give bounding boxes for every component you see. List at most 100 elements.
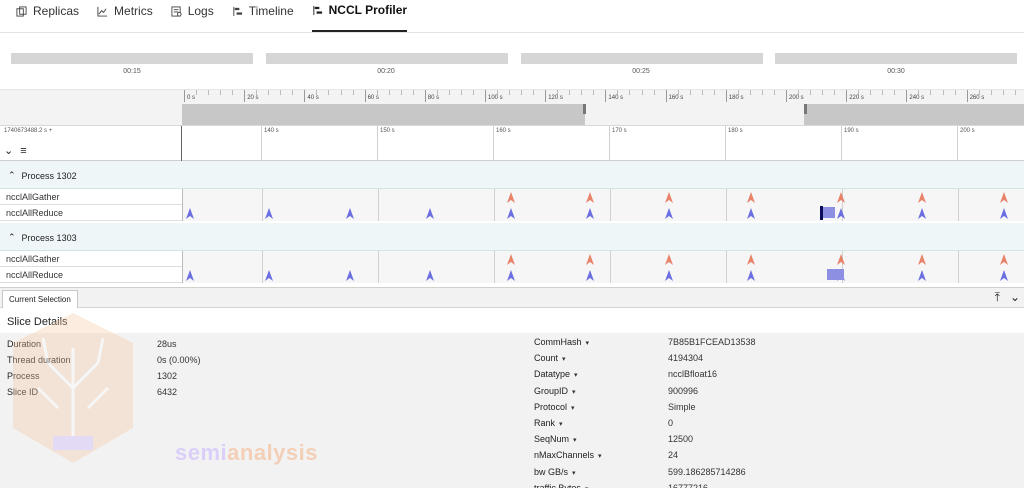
arg-key-label: CommHash (534, 337, 582, 347)
arg-value: 16777216 (668, 482, 709, 488)
allgather-event-marker[interactable] (918, 254, 926, 265)
arg-key[interactable]: Protocol ▾ (534, 402, 575, 412)
allgather-event-marker[interactable] (507, 254, 515, 265)
arg-key[interactable]: CommHash ▾ (534, 337, 589, 347)
allgather-event-marker[interactable] (837, 192, 845, 203)
axis-label: 150 s (380, 128, 395, 134)
allgather-event-marker[interactable] (837, 254, 845, 265)
allgather-event-marker[interactable] (747, 192, 755, 203)
allgather-event-marker[interactable] (918, 192, 926, 203)
tab-metrics[interactable]: Metrics (97, 0, 153, 32)
allreduce-event-marker[interactable] (586, 270, 594, 281)
arg-key[interactable]: Rank ▾ (534, 418, 563, 428)
ruler-handle[interactable] (583, 104, 586, 114)
track-row[interactable]: ncclAllReduce (0, 205, 1024, 221)
track-canvas[interactable] (182, 251, 1024, 267)
track-row[interactable]: ncclAllReduce (0, 267, 1024, 283)
allreduce-event-marker[interactable] (918, 208, 926, 219)
allreduce-event-marker[interactable] (346, 208, 354, 219)
tab-nccl-profiler[interactable]: NCCL Profiler (311, 0, 408, 32)
allgather-event-marker[interactable] (665, 192, 673, 203)
allreduce-event-marker[interactable] (186, 270, 194, 281)
process-header[interactable]: ⌃ Process 1302 (0, 161, 1024, 189)
ruler-minor-tick (870, 90, 872, 95)
arg-key[interactable]: traffic Bytes▾ (534, 483, 588, 488)
ruler-selection-right[interactable] (804, 104, 1024, 125)
pin-top-icon[interactable]: ⤒ (995, 290, 1000, 305)
caret-down-icon[interactable]: ▾ (586, 340, 590, 347)
ruler-selection-left[interactable] (182, 104, 585, 125)
ruler-tick-label: 220 s (849, 95, 864, 101)
axis-label: 200 s (960, 128, 975, 134)
allreduce-event-marker[interactable] (186, 208, 194, 219)
collapse-all-icon[interactable]: ⌄ (4, 145, 13, 157)
caret-down-icon[interactable]: ▾ (572, 389, 576, 396)
ruler-minor-tick (930, 90, 932, 95)
allreduce-event-marker[interactable] (507, 208, 515, 219)
caret-down-icon[interactable]: ▾ (572, 470, 576, 477)
allreduce-event-marker[interactable] (1000, 270, 1008, 281)
caret-down-icon[interactable]: ▾ (559, 421, 563, 428)
allgather-event-marker[interactable] (665, 254, 673, 265)
chevron-down-icon[interactable]: ⌄ (1010, 290, 1020, 305)
allreduce-slice[interactable] (827, 269, 844, 280)
arg-key[interactable]: Count ▾ (534, 353, 566, 363)
allreduce-slice[interactable] (823, 207, 835, 218)
tab-logs[interactable]: Logs (171, 0, 214, 32)
allgather-event-marker[interactable] (586, 192, 594, 203)
ruler-minor-tick (689, 90, 691, 95)
allgather-event-marker[interactable] (507, 192, 515, 203)
ruler-minor-tick (533, 90, 535, 95)
process-header[interactable]: ⌃ Process 1303 (0, 223, 1024, 251)
allreduce-event-marker[interactable] (586, 208, 594, 219)
allreduce-event-marker[interactable] (837, 208, 845, 219)
ruler-minor-tick (268, 90, 270, 95)
caret-down-icon[interactable]: ▾ (573, 437, 577, 444)
allreduce-event-marker[interactable] (265, 208, 273, 219)
caret-down-icon[interactable]: ▾ (571, 405, 575, 412)
track-row[interactable]: ncclAllGather (0, 189, 1024, 205)
selected-slice-marker[interactable] (820, 206, 823, 220)
arg-key[interactable]: Datatype ▾ (534, 369, 578, 379)
allgather-event-marker[interactable] (586, 254, 594, 265)
caret-down-icon[interactable]: ▾ (574, 372, 578, 379)
allgather-event-marker[interactable] (747, 254, 755, 265)
overview-minimap[interactable]: 00:15 00:20 00:25 00:30 (0, 33, 1024, 89)
allreduce-event-marker[interactable] (346, 270, 354, 281)
arg-key-label: Datatype (534, 369, 571, 380)
ruler-tick (364, 90, 366, 102)
allreduce-event-marker[interactable] (665, 208, 673, 219)
allreduce-event-marker[interactable] (426, 270, 434, 281)
track-area[interactable]: ⌃ Process 1302 ncclAllGather ncclAllReduc… (0, 161, 1024, 285)
allreduce-event-marker[interactable] (747, 270, 755, 281)
tab-replicas[interactable]: Replicas (16, 0, 79, 32)
arg-key[interactable]: GroupID ▾ (534, 386, 576, 396)
allreduce-event-marker[interactable] (1000, 208, 1008, 219)
allgather-event-marker[interactable] (1000, 254, 1008, 265)
allreduce-event-marker[interactable] (747, 208, 755, 219)
track-gridline (610, 251, 611, 267)
allgather-event-marker[interactable] (1000, 192, 1008, 203)
track-canvas[interactable] (182, 267, 1024, 283)
ruler-handle[interactable] (804, 104, 807, 114)
allreduce-event-marker[interactable] (426, 208, 434, 219)
caret-down-icon[interactable]: ▾ (598, 453, 602, 460)
tab-timeline[interactable]: Timeline (232, 0, 294, 32)
allreduce-event-marker[interactable] (918, 270, 926, 281)
details-header: Slice Details (0, 308, 1024, 333)
arg-key[interactable]: nMaxChannels ▾ (534, 450, 602, 460)
axis-divider[interactable] (181, 126, 182, 162)
track-canvas[interactable] (182, 189, 1024, 205)
tab-current-selection[interactable]: Current Selection (2, 290, 78, 308)
arg-key[interactable]: bw GB/s ▾ (534, 467, 576, 477)
caret-down-icon[interactable]: ▾ (562, 356, 566, 363)
arg-key[interactable]: SeqNum ▾ (534, 434, 577, 444)
list-icon[interactable]: ≡ (20, 145, 26, 157)
track-canvas[interactable] (182, 205, 1024, 221)
allreduce-event-marker[interactable] (507, 270, 515, 281)
time-ruler[interactable]: 0 s 20 s 40 s 60 s 80 s 100 s 120 s 140 s 160 s 1… (0, 89, 1024, 125)
track-row[interactable]: ncclAllGather (0, 251, 1024, 267)
allreduce-event-marker[interactable] (665, 270, 673, 281)
allreduce-event-marker[interactable] (265, 270, 273, 281)
ruler-minor-tick (1002, 90, 1004, 95)
